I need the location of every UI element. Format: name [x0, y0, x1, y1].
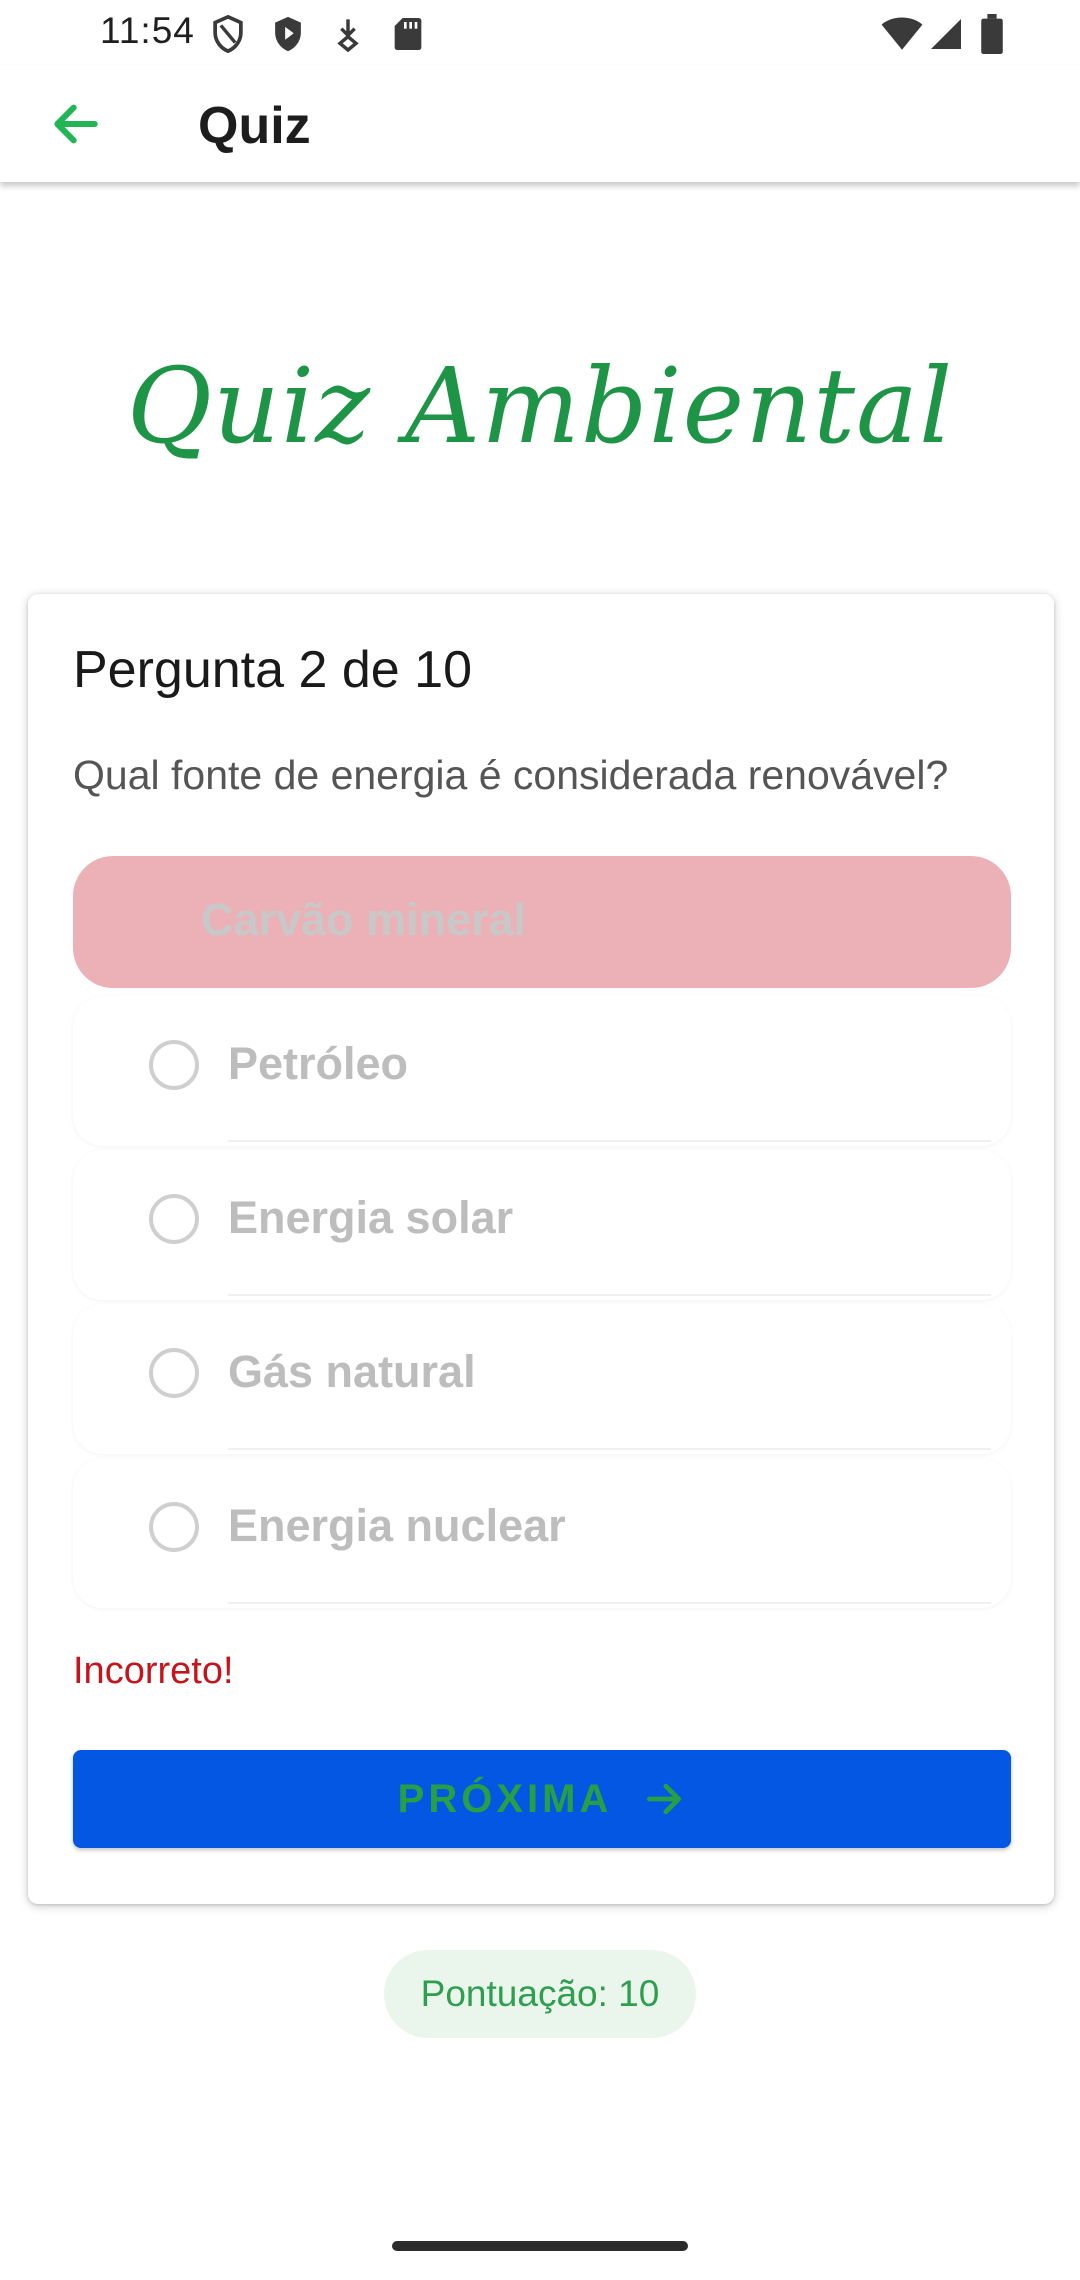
option-label: Energia solar	[228, 1192, 514, 1243]
status-time: 11:54	[100, 10, 195, 51]
question-card: Pergunta 2 de 10 Qual fonte de energia é…	[28, 594, 1054, 1904]
quiz-heading: Quiz Ambiental	[126, 345, 954, 467]
radio-button[interactable]	[149, 1194, 199, 1244]
option-energia-solar[interactable]: Energia solar	[73, 1150, 1011, 1300]
option-energia-nuclear[interactable]: Energia nuclear	[73, 1458, 1011, 1608]
status-bar: 11:54	[0, 0, 1080, 66]
option-petroleo[interactable]: Petróleo	[73, 996, 1011, 1146]
sd-card-icon	[394, 18, 422, 50]
download-icon	[337, 19, 359, 53]
battery-icon	[981, 14, 1003, 54]
next-button-label: PRÓXIMA	[397, 1776, 613, 1821]
option-label: Carvão mineral	[201, 894, 527, 945]
selected-option-incorrect[interactable]: Carvão mineral	[73, 856, 1011, 988]
score-text: Pontuação: 10	[420, 1973, 660, 2014]
quiz-screen: 11:54 Quiz Quiz Ambiental Pergunta 2 de …	[0, 0, 1080, 2280]
back-button[interactable]	[38, 86, 114, 162]
option-label: Gás natural	[228, 1346, 476, 1397]
option-label: Energia nuclear	[228, 1500, 566, 1551]
radio-button[interactable]	[149, 1502, 199, 1552]
shield-play-icon	[275, 16, 301, 52]
arrow-forward-icon	[647, 1783, 682, 1815]
option-label: Petróleo	[228, 1038, 409, 1089]
app-bar: Quiz	[0, 66, 1080, 182]
question-text: Qual fonte de energia é considerada reno…	[73, 752, 949, 798]
divider	[228, 1602, 991, 1604]
radio-button[interactable]	[149, 1348, 199, 1398]
question-counter: Pergunta 2 de 10	[73, 641, 472, 699]
home-indicator[interactable]	[392, 2241, 688, 2251]
divider	[228, 1448, 991, 1450]
app-title: Quiz	[198, 97, 311, 155]
score-badge: Pontuação: 10	[384, 1950, 696, 2038]
divider	[228, 1140, 991, 1142]
arrow-back-icon	[54, 104, 98, 144]
shield-outline-icon	[213, 14, 243, 54]
cellular-signal-icon	[931, 19, 961, 49]
wifi-icon	[881, 17, 923, 50]
option-gas-natural[interactable]: Gás natural	[73, 1304, 1011, 1454]
radio-button[interactable]	[149, 1040, 199, 1090]
next-button[interactable]: PRÓXIMA	[73, 1750, 1011, 1848]
divider	[228, 1294, 991, 1296]
feedback-text: Incorreto!	[73, 1650, 234, 1692]
